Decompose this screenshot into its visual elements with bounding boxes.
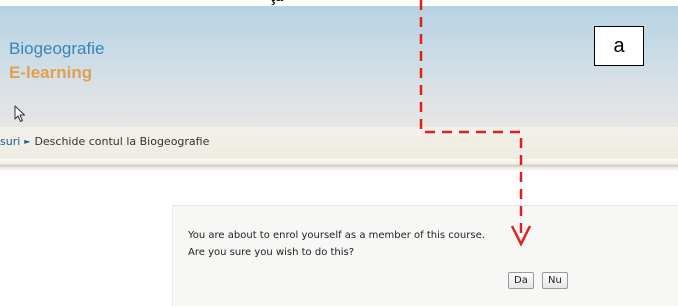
confirm-message-line-1: You are about to enrol yourself as a mem… [188,230,485,241]
site-header: Biogeografie E-learning [0,6,678,127]
confirm-yes-button[interactable]: Da [508,272,534,289]
annotation-label: a [613,35,625,57]
document-caption-text: ţă [270,0,284,6]
breadcrumb-separator-icon: ► [24,137,31,146]
breadcrumb-bar: suri ► Deschide contul la Biogeografie [0,127,678,159]
confirm-message-line-2: Are you sure you wish to do this? [188,247,355,258]
breadcrumb-item-courses[interactable]: suri [0,135,20,148]
site-title[interactable]: Biogeografie [9,39,104,59]
breadcrumb-item-current: Deschide contul la Biogeografie [34,135,210,148]
document-caption: ţă [0,0,678,6]
mouse-pointer-icon [14,105,25,122]
annotation-label-box: a [594,26,644,66]
site-subtitle: E-learning [9,63,93,82]
header-divider [0,159,678,171]
enrol-confirm-dialog: You are about to enrol yourself as a mem… [172,205,678,306]
breadcrumb: suri ► Deschide contul la Biogeografie [0,135,209,148]
confirm-no-button[interactable]: Nu [542,272,568,289]
